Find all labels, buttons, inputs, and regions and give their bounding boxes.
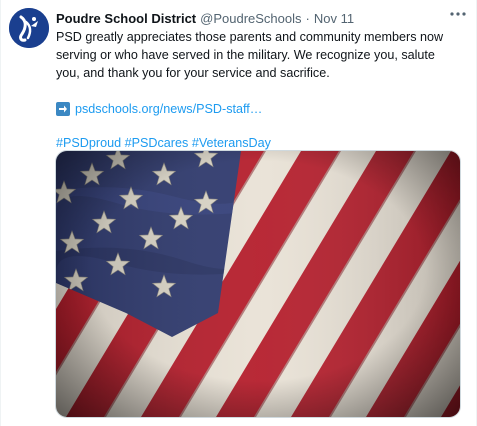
tweet-card[interactable]: Poudre School District @PoudreSchools · …	[0, 0, 477, 426]
tweet-link[interactable]: psdschools.org/news/PSD-staff…	[75, 100, 262, 118]
ellipsis-icon[interactable]	[448, 7, 468, 21]
author-name[interactable]: Poudre School District	[56, 11, 196, 26]
link-line: psdschools.org/news/PSD-staff…	[56, 100, 462, 118]
tweet-text: PSD greatly appreciates those parents an…	[56, 30, 444, 80]
separator-dot: ·	[305, 10, 310, 26]
hashtag-psdcares[interactable]: #PSDcares	[125, 136, 189, 150]
avatar[interactable]	[9, 8, 49, 48]
timestamp[interactable]: Nov 11	[314, 11, 354, 26]
author-handle[interactable]: @PoudreSchools	[200, 11, 301, 26]
hashtag-psdproud[interactable]: #PSDproud	[56, 136, 121, 150]
tweet-content: Poudre School District @PoudreSchools · …	[56, 9, 462, 152]
hashtag-veteransday[interactable]: #VeteransDay	[192, 136, 271, 150]
right-arrow-emoji-icon	[56, 102, 70, 116]
district-logo-icon	[9, 8, 49, 48]
tweet-header: Poudre School District @PoudreSchools · …	[56, 9, 462, 27]
tweet-media-image[interactable]	[55, 150, 461, 418]
american-flag-image	[56, 151, 460, 417]
